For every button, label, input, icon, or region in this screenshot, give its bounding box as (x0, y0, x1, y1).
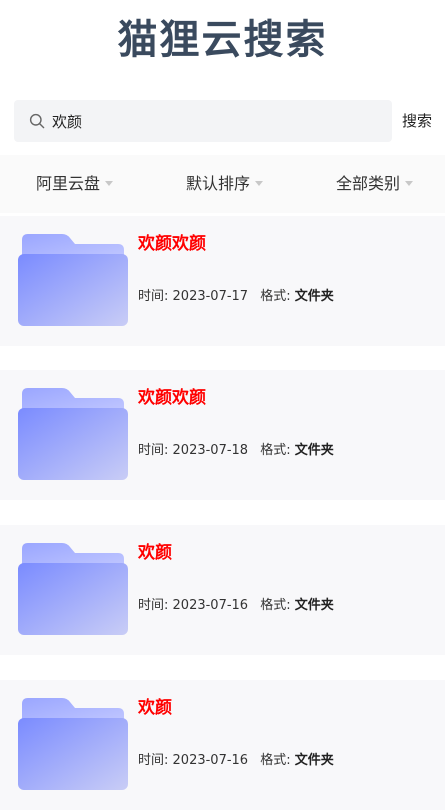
result-title[interactable]: 欢颜 (138, 696, 172, 720)
folder-icon (18, 698, 128, 790)
page-title: 猫狸云搜索 (117, 17, 328, 63)
caret-down-icon (255, 181, 264, 186)
result-format: 文件夹 (294, 753, 334, 768)
result-date: 2023-07-16 (172, 598, 249, 613)
result-meta: 时间: 2023-07-16 格式: 文件夹 (138, 752, 334, 770)
filter-bar: 阿里云盘 默认排序 全部类别 (0, 155, 445, 213)
search-icon (28, 112, 46, 130)
result-date: 2023-07-18 (172, 443, 249, 458)
result-format: 文件夹 (294, 443, 334, 458)
result-card[interactable]: 欢颜欢颜 时间: 2023-07-17 格式: 文件夹 (0, 216, 445, 346)
filter-cloud-drive[interactable]: 阿里云盘 (36, 155, 114, 213)
result-format: 文件夹 (294, 289, 334, 304)
search-box[interactable] (14, 100, 392, 142)
result-date: 2023-07-17 (172, 289, 249, 304)
format-label: 格式: (260, 598, 291, 613)
filter-category[interactable]: 全部类别 (336, 155, 414, 213)
time-label: 时间: (138, 289, 169, 304)
search-input[interactable] (52, 112, 352, 130)
result-meta: 时间: 2023-07-18 格式: 文件夹 (138, 442, 334, 460)
search-bar: 搜索 (14, 100, 445, 142)
filter-sort[interactable]: 默认排序 (186, 155, 264, 213)
folder-icon (18, 543, 128, 635)
caret-down-icon (405, 181, 414, 186)
result-format: 文件夹 (294, 598, 334, 613)
result-date: 2023-07-16 (172, 753, 249, 768)
filter-label: 阿里云盘 (36, 174, 101, 193)
folder-icon (18, 234, 128, 326)
result-card[interactable]: 欢颜欢颜 时间: 2023-07-18 格式: 文件夹 (0, 370, 445, 500)
format-label: 格式: (260, 753, 291, 768)
result-card[interactable]: 欢颜 时间: 2023-07-16 格式: 文件夹 (0, 680, 445, 810)
result-meta: 时间: 2023-07-16 格式: 文件夹 (138, 597, 334, 615)
filter-label: 默认排序 (186, 174, 251, 193)
search-button[interactable]: 搜索 (402, 100, 432, 142)
result-title[interactable]: 欢颜欢颜 (138, 232, 206, 256)
time-label: 时间: (138, 598, 169, 613)
format-label: 格式: (260, 443, 291, 458)
result-title[interactable]: 欢颜欢颜 (138, 386, 206, 410)
time-label: 时间: (138, 443, 169, 458)
result-meta: 时间: 2023-07-17 格式: 文件夹 (138, 288, 334, 306)
format-label: 格式: (260, 289, 291, 304)
caret-down-icon (105, 181, 114, 186)
time-label: 时间: (138, 753, 169, 768)
folder-icon (18, 388, 128, 480)
filter-label: 全部类别 (336, 174, 401, 193)
result-title[interactable]: 欢颜 (138, 541, 172, 565)
result-card[interactable]: 欢颜 时间: 2023-07-16 格式: 文件夹 (0, 525, 445, 655)
